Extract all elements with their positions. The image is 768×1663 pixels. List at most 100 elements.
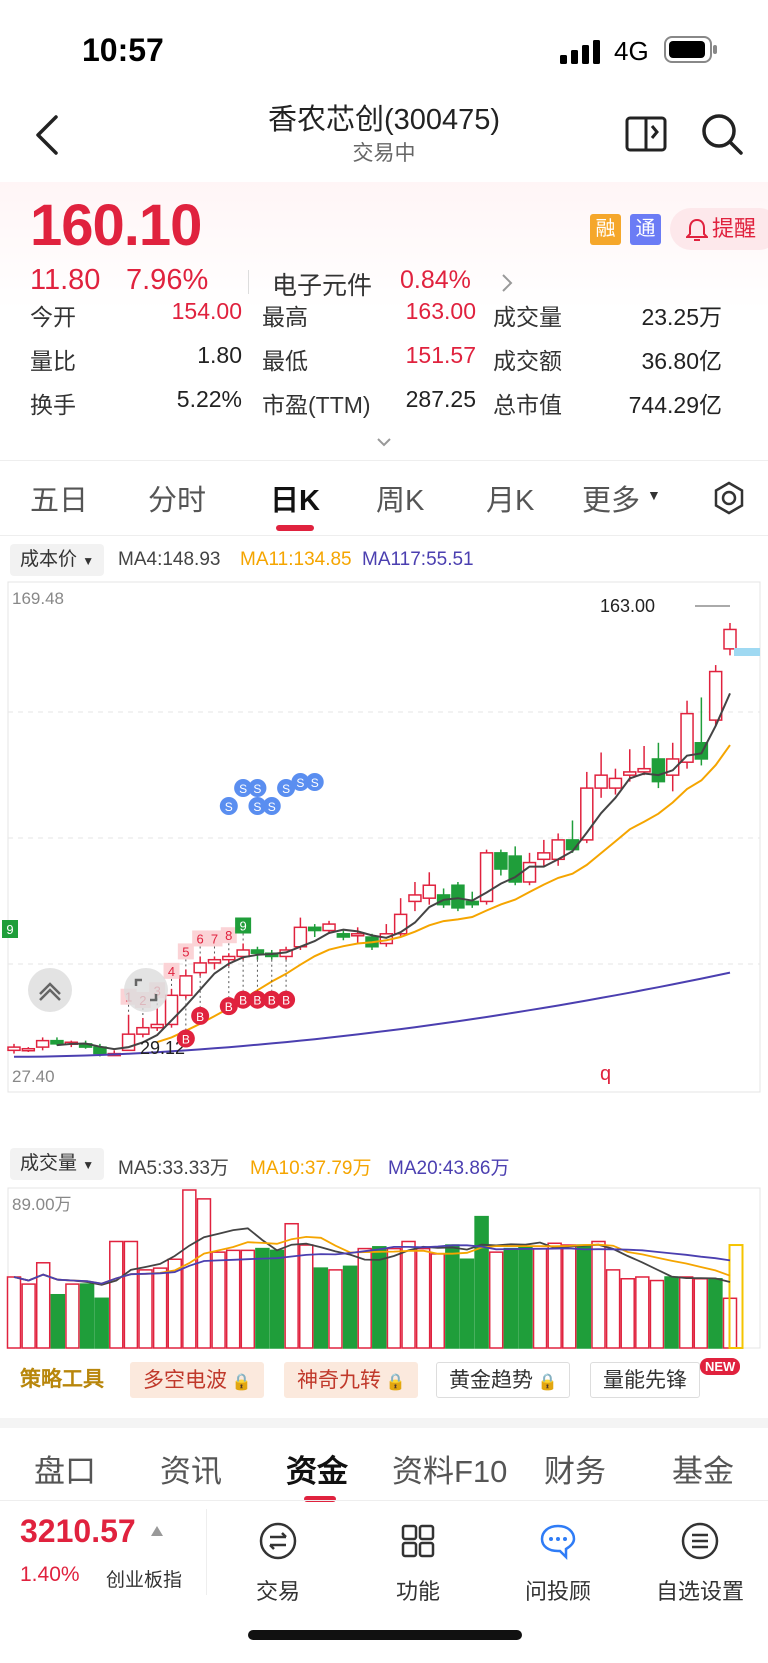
strategy-tool-3[interactable]: 黄金趋势 🔒 xyxy=(436,1362,571,1398)
strategy-tool-2[interactable]: 神奇九转 🔒 xyxy=(284,1362,419,1398)
footer-nav-1[interactable]: 功能 xyxy=(358,1521,478,1606)
search-icon[interactable] xyxy=(700,112,744,156)
volume-bar xyxy=(357,1247,372,1349)
kline-chart[interactable]: 169.4827.40163.0029.12q1234567899BBBBBBB… xyxy=(0,580,768,1100)
tab-2[interactable]: 日K xyxy=(270,477,320,519)
stock-header: 香农芯创(300475) 交易中 xyxy=(0,90,768,180)
cost-price-selector[interactable]: 成本价 ▼ xyxy=(10,544,105,576)
volume-bar xyxy=(649,1279,665,1349)
tab-4[interactable]: 月K xyxy=(486,477,534,519)
bottom-tab-4[interactable]: 财务 xyxy=(544,1446,606,1491)
volume-bar xyxy=(620,1278,635,1349)
fullscreen-button[interactable] xyxy=(124,968,168,1012)
grid-icon xyxy=(401,1524,435,1558)
volume-bar xyxy=(313,1267,329,1349)
dropdown-icon: ▼ xyxy=(647,487,661,503)
chevron-right-icon[interactable] xyxy=(500,272,514,294)
nine-count-label: 6 xyxy=(197,931,204,946)
volume-max-label: 89.00万 xyxy=(12,1195,72,1214)
volume-bar xyxy=(255,1247,270,1349)
index-value[interactable]: 3210.57 xyxy=(20,1513,136,1550)
bottom-tab-5[interactable]: 基金 xyxy=(672,1446,734,1491)
y-min-label: 27.40 xyxy=(12,1067,55,1086)
tab-5[interactable]: 更多 xyxy=(582,477,640,519)
buy-label: B xyxy=(225,1000,233,1014)
tab-1[interactable]: 分时 xyxy=(148,477,206,519)
candle xyxy=(651,742,666,789)
sell-label: S xyxy=(239,782,247,796)
volume-bar xyxy=(79,1283,95,1349)
candle xyxy=(207,956,222,970)
dropdown-icon: ▼ xyxy=(82,1158,95,1172)
volume-bar xyxy=(211,1251,226,1349)
buy-label: B xyxy=(282,994,290,1008)
candle xyxy=(179,969,193,999)
ma117-line xyxy=(13,971,731,1058)
swap-icon xyxy=(259,1522,297,1560)
sell-label: S xyxy=(253,800,261,814)
lock-icon: 🔒 xyxy=(381,1374,406,1391)
volume-bar xyxy=(196,1198,212,1349)
volume-bar xyxy=(269,1249,285,1349)
candle xyxy=(336,930,351,941)
quote-panel: 160.10 融 通 提醒 11.80 7.96% 电子元件 0.84% xyxy=(0,182,768,310)
candle xyxy=(637,746,651,776)
strategy-tool-4[interactable]: 量能先锋 xyxy=(590,1362,700,1398)
cost-price-label: 成本价 xyxy=(20,549,78,570)
volume-bar xyxy=(532,1247,548,1349)
buy-label: B xyxy=(268,994,276,1008)
index-name: 创业板指 xyxy=(106,1570,183,1591)
alert-button[interactable]: 提醒 xyxy=(670,208,768,250)
footer-bar: 3210.57 1.40% 创业板指 交易 功能 问投顾 自选设置 xyxy=(0,1500,768,1630)
volume-bar xyxy=(152,1267,168,1349)
sell-label: S xyxy=(225,800,233,814)
stat-value: 287.25 xyxy=(405,386,476,412)
home-indicator[interactable] xyxy=(248,1630,522,1640)
nine-count-label: 8 xyxy=(225,928,232,943)
price-change: 11.80 xyxy=(30,264,101,296)
y-max-label: 169.48 xyxy=(12,589,64,608)
volume-bar xyxy=(65,1283,80,1349)
volume-bar xyxy=(503,1247,519,1349)
stat-label: 成交额 xyxy=(493,348,562,374)
volume-bar xyxy=(678,1276,694,1349)
bottom-tab-2[interactable]: 资金 xyxy=(286,1446,348,1491)
footer-nav-0[interactable]: 交易 xyxy=(218,1521,338,1606)
sell-label: S xyxy=(296,776,304,790)
signal-icon xyxy=(560,40,600,64)
volume-bar xyxy=(225,1249,241,1349)
price-change-pct: 7.96% xyxy=(126,264,209,296)
settings-icon[interactable] xyxy=(712,481,746,515)
tab-0[interactable]: 五日 xyxy=(30,477,88,519)
sector-link[interactable]: 电子元件 xyxy=(272,266,372,302)
volume-chart[interactable]: 89.00万 xyxy=(0,1186,768,1352)
volume-bar xyxy=(182,1189,197,1349)
candle xyxy=(694,697,709,766)
buy-label: B xyxy=(253,994,261,1008)
volume-bar xyxy=(445,1244,460,1349)
candle xyxy=(594,752,608,798)
volume-bar xyxy=(474,1215,489,1349)
bottom-tab-3[interactable]: 资料F10 xyxy=(392,1446,507,1491)
candle xyxy=(436,888,451,908)
strategy-tool-label: 策略工具 xyxy=(20,1368,104,1391)
strategy-tool-label: 黄金趋势 xyxy=(449,1369,533,1392)
strategy-tool-1[interactable]: 多空电波 🔒 xyxy=(130,1362,265,1398)
candle xyxy=(350,927,365,944)
strategy-tool-0[interactable]: 策略工具 xyxy=(8,1362,116,1398)
expand-chevron-icon[interactable] xyxy=(376,436,392,448)
footer-nav-3[interactable]: 自选设置 xyxy=(640,1521,760,1606)
tab-3[interactable]: 周K xyxy=(376,477,424,519)
stat-value: 163.00 xyxy=(405,298,476,324)
footer-nav-2[interactable]: 问投顾 xyxy=(498,1521,618,1606)
stat-label: 今开 xyxy=(30,304,76,330)
volume-bar xyxy=(605,1269,621,1349)
bottom-tab-0[interactable]: 盘口 xyxy=(34,1446,96,1491)
buy-label: B xyxy=(196,1010,204,1024)
bottom-tab-1[interactable]: 资讯 xyxy=(160,1446,222,1491)
nine-count-label: 7 xyxy=(211,931,218,946)
price-level-tag xyxy=(734,648,760,656)
compare-icon[interactable] xyxy=(624,114,668,154)
volume-selector[interactable]: 成交量 ▼ xyxy=(10,1148,105,1180)
nine-count-down-label: 9 xyxy=(6,922,13,937)
